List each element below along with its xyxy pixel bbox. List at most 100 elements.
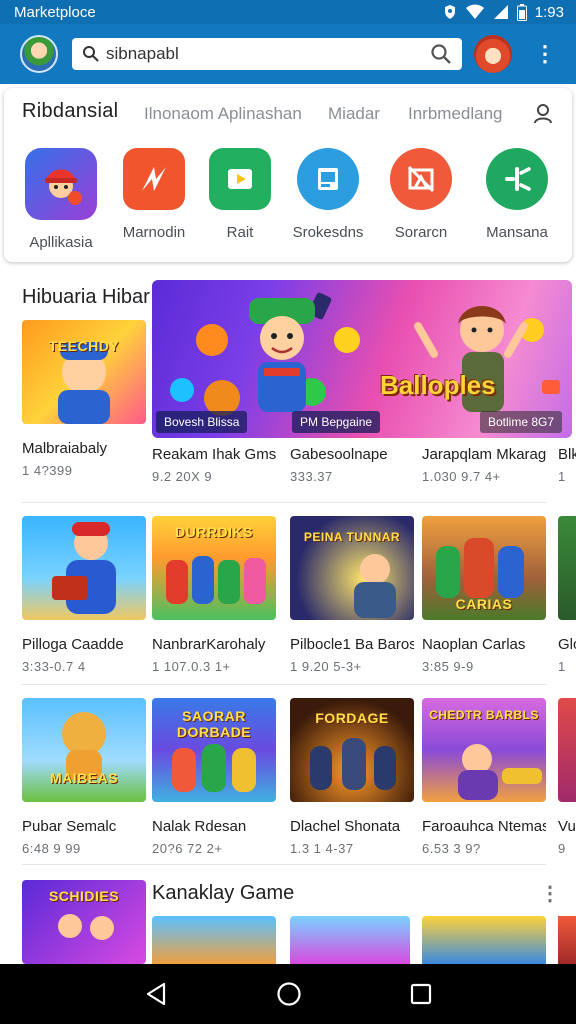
recents-icon[interactable]: [410, 983, 432, 1005]
game-card[interactable]: PEINA TUNNAR Pilbocle1 Ba Baros 1 9.20 5…: [290, 516, 414, 674]
battery-icon: [516, 3, 527, 21]
plus-star-icon: [486, 148, 548, 210]
section-more-icon[interactable]: ⋮: [540, 884, 560, 904]
game-meta: 1 4?399: [22, 463, 73, 478]
app-label: Apllikasia: [29, 234, 93, 251]
game-meta: 333.37: [290, 469, 333, 484]
divider: [22, 864, 546, 865]
thumbnail-title: TEECHDY: [48, 338, 120, 354]
game-meta: 1 107.0.3 1+: [152, 659, 231, 674]
game-card[interactable]: TEECHDY Malbraiabaly 1 4?399: [22, 320, 146, 478]
profile-avatar[interactable]: [474, 35, 512, 73]
account-avatar[interactable]: [20, 35, 58, 73]
status-bar: Marketploce 1:93: [0, 0, 576, 24]
system-nav-bar: [0, 964, 576, 1024]
search-box[interactable]: [72, 38, 462, 70]
game-card[interactable]: Pilloga Caadde 3:33-0.7 4: [22, 516, 146, 674]
app-tile[interactable]: Marnodin: [107, 148, 201, 241]
game-title: Reakam Ihak Gms.: [152, 446, 276, 463]
person-icon[interactable]: [532, 102, 554, 124]
section-title: Hibuaria Hibar: [22, 286, 150, 308]
app-bar: ⋮: [0, 24, 576, 84]
game-character-icon: [25, 148, 97, 220]
game-title: Faroauhca Ntemas: [422, 818, 546, 835]
game-card[interactable]: Jarapqlam Mkarag 1.030 9.7 4+: [422, 440, 546, 484]
game-card[interactable]: Blk 1: [558, 440, 576, 484]
game-thumbnail[interactable]: [558, 916, 576, 964]
game-card[interactable]: Gabesoolnape 333.37: [290, 440, 414, 484]
thumbnail-title: MAIBEAS: [49, 770, 119, 786]
game-meta: 3:85 9-9: [422, 659, 474, 674]
back-icon[interactable]: [144, 981, 168, 1007]
section-title: Kanaklay Game: [152, 882, 295, 904]
banner-chip[interactable]: PM Bepgaine: [292, 411, 381, 433]
game-title: Pubar Semalc: [22, 818, 117, 835]
game-card[interactable]: DURRDIKS NanbrarKarohaly 1 107.0.3 1+: [152, 516, 276, 674]
game-card[interactable]: CARIAS Naoplan Carlas 3:85 9-9: [422, 516, 546, 674]
overflow-menu-icon[interactable]: ⋮: [534, 43, 556, 65]
crossed-box-icon: [390, 148, 452, 210]
game-meta: 1: [558, 659, 566, 674]
app-tile[interactable]: Srokesdns: [281, 148, 375, 241]
game-thumbnail: CHEDTR BARBLS: [422, 698, 546, 802]
game-title: Jarapqlam Mkarag: [422, 446, 546, 463]
search-submit-icon[interactable]: [430, 43, 452, 65]
game-card[interactable]: SCHIDIES: [22, 880, 146, 964]
game-title: Vu: [558, 818, 576, 835]
game-thumbnail: CARIAS: [422, 516, 546, 620]
app-tile[interactable]: Rait: [193, 148, 287, 241]
app-label: Rait: [226, 224, 254, 241]
game-thumbnail: [22, 516, 146, 620]
search-input[interactable]: [106, 44, 430, 64]
search-icon: [83, 46, 99, 62]
app-label: Sorarcn: [394, 224, 448, 241]
status-icons: 1:93: [443, 3, 564, 21]
categories-card: Ribdansial Ilnonaom Aplinashan Miadar In…: [4, 88, 572, 262]
apps-row: Apllikasia Marnodin Rait Srokesdns Sorar…: [4, 148, 572, 258]
app-tile[interactable]: Mansana: [470, 148, 564, 241]
game-thumbnail[interactable]: [422, 916, 546, 964]
game-meta: 6.53 3 9?: [422, 841, 481, 856]
game-thumbnail: TEECHDY: [22, 320, 146, 424]
game-meta: 3:33-0.7 4: [22, 659, 86, 674]
game-card[interactable]: CHEDTR BARBLS Faroauhca Ntemas 6.53 3 9?: [422, 698, 546, 856]
featured-banner[interactable]: Balloples Bovesh Blissa PM Bepgaine Botl…: [152, 280, 572, 438]
thumbnail-title: SCHIDIES: [48, 888, 120, 904]
thumbnail-title: PEINA TUNNAR: [303, 530, 401, 544]
game-card[interactable]: FORDAGE Dlachel Shonata 1.3 1 4-37: [290, 698, 414, 856]
game-thumbnail: PEINA TUNNAR: [290, 516, 414, 620]
thumbnail-title: SAORAR DORBADE: [176, 708, 252, 740]
game-meta: 9.2 20X 9: [152, 469, 213, 484]
tab-item[interactable]: Miadar: [328, 104, 380, 124]
banner-chip[interactable]: Bovesh Blissa: [156, 411, 248, 433]
tab-active[interactable]: Ribdansial: [22, 100, 118, 123]
game-thumbnail: FORDAGE: [290, 698, 414, 802]
game-title: Dlachel Shonata: [290, 818, 401, 835]
game-title: Malbraiabaly: [22, 440, 108, 457]
app-tile[interactable]: Sorarcn: [374, 148, 468, 241]
game-title: Pilloga Caadde: [22, 636, 124, 653]
game-title: Blk: [558, 446, 576, 463]
game-card[interactable]: Reakam Ihak Gms. 9.2 20X 9: [152, 440, 276, 484]
status-time: 1:93: [534, 3, 564, 21]
game-card[interactable]: SAORAR DORBADE Nalak Rdesan 20?6 72 2+: [152, 698, 276, 856]
thumbnail-title: DURRDIKS: [175, 524, 253, 540]
game-title: Naoplan Carlas: [422, 636, 526, 653]
thumbnail-title: FORDAGE: [315, 710, 389, 726]
game-card[interactable]: Vu 9: [558, 698, 576, 856]
thumbnail-title: CARIAS: [455, 596, 513, 612]
game-title: Pilbocle1 Ba Baros: [290, 636, 414, 653]
vpn-key-icon: [444, 5, 455, 19]
tab-item[interactable]: Ilnonaom Aplinashan: [144, 104, 302, 124]
game-thumbnail[interactable]: [152, 916, 276, 964]
home-icon[interactable]: [276, 981, 302, 1007]
tab-item[interactable]: Inrbmedlang: [408, 104, 503, 124]
game-meta: 1.030 9.7 4+: [422, 469, 501, 484]
game-thumbnail[interactable]: [290, 916, 410, 964]
app-tile[interactable]: Apllikasia: [14, 148, 108, 251]
game-title: Nalak Rdesan: [152, 818, 247, 835]
tablet-icon: [297, 148, 359, 210]
game-meta: 9: [558, 841, 566, 856]
game-card[interactable]: MAIBEAS Pubar Semalc 6:48 9 99: [22, 698, 146, 856]
game-card[interactable]: Glo 1: [558, 516, 576, 674]
